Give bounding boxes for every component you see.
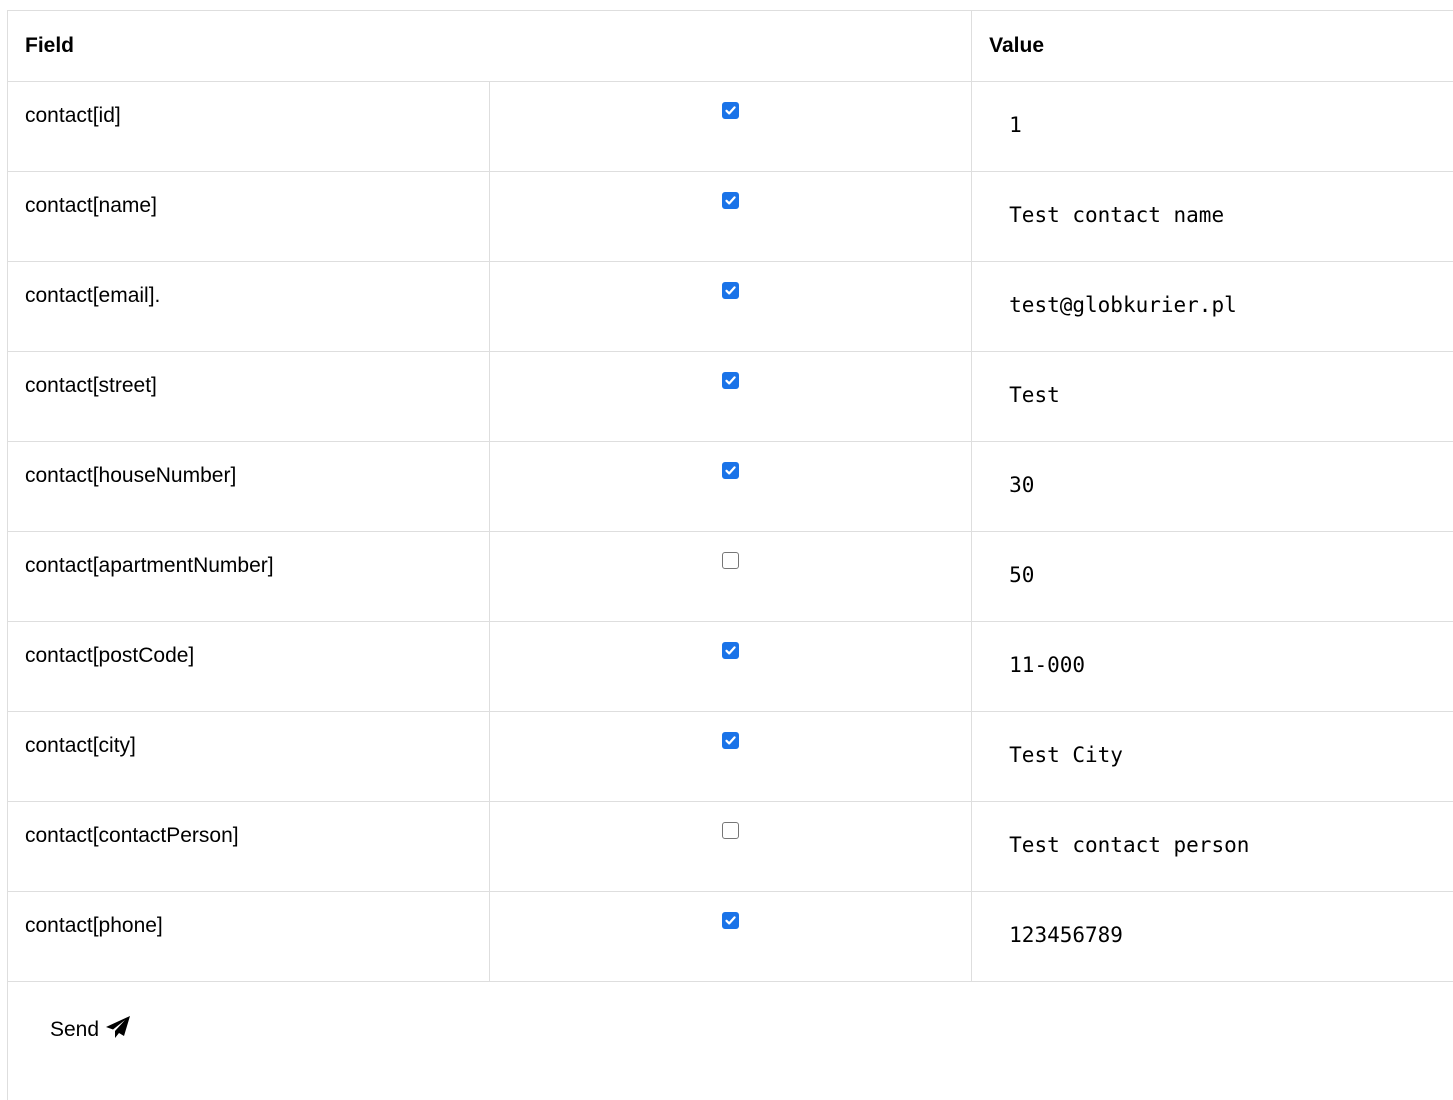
table-row: contact[houseNumber] 30 bbox=[8, 441, 1453, 532]
include-field-checkbox[interactable] bbox=[722, 192, 740, 209]
table-row: contact[contactPerson] Test contact perso… bbox=[8, 801, 1453, 892]
field-name: contact[street] bbox=[8, 351, 491, 442]
request-form: Field Value contact[id] 1 contact[name] Tes… bbox=[7, 10, 1453, 1100]
field-value-input[interactable]: 1 bbox=[971, 81, 1453, 172]
field-value-input[interactable]: Test contact name bbox=[971, 171, 1453, 262]
field-value-input[interactable]: 50 bbox=[971, 531, 1453, 622]
field-name: contact[contactPerson] bbox=[8, 801, 491, 892]
include-field-checkbox[interactable] bbox=[722, 642, 740, 659]
field-check-cell bbox=[489, 711, 973, 802]
include-field-checkbox[interactable] bbox=[722, 822, 740, 839]
table-row: contact[phone] 123456789 bbox=[8, 891, 1453, 982]
field-value-input[interactable]: Test City bbox=[971, 711, 1453, 802]
field-value-input[interactable]: Test contact person bbox=[971, 801, 1453, 892]
table-row: contact[id] 1 bbox=[8, 81, 1453, 172]
parameters-table: Field Value contact[id] 1 contact[name] Tes… bbox=[8, 11, 1453, 982]
field-check-cell bbox=[489, 441, 973, 532]
include-field-checkbox[interactable] bbox=[722, 912, 740, 929]
field-check-cell bbox=[489, 621, 973, 712]
field-name: contact[apartmentNumber] bbox=[8, 531, 491, 622]
send-button[interactable]: Send bbox=[50, 1015, 131, 1045]
include-field-checkbox[interactable] bbox=[722, 102, 740, 119]
field-value-input[interactable]: 123456789 bbox=[971, 891, 1453, 982]
field-check-cell bbox=[489, 531, 973, 622]
field-name: contact[email]. bbox=[8, 261, 491, 352]
field-name: contact[postCode] bbox=[8, 621, 491, 712]
field-check-cell bbox=[489, 81, 973, 172]
field-check-cell bbox=[489, 171, 973, 262]
field-value-input[interactable]: test@globkurier.pl bbox=[971, 261, 1453, 352]
include-field-checkbox[interactable] bbox=[722, 552, 740, 569]
send-row: Send bbox=[8, 982, 1453, 1092]
field-check-cell bbox=[489, 801, 973, 892]
value-column-header: Value bbox=[971, 11, 1453, 82]
field-name: contact[id] bbox=[8, 81, 491, 172]
field-check-cell bbox=[489, 261, 973, 352]
table-row: contact[postCode] 11-000 bbox=[8, 621, 1453, 712]
include-field-checkbox[interactable] bbox=[722, 462, 740, 479]
field-check-cell bbox=[489, 891, 973, 982]
include-field-checkbox[interactable] bbox=[722, 282, 740, 299]
include-field-checkbox[interactable] bbox=[722, 732, 740, 749]
field-name: contact[phone] bbox=[8, 891, 491, 982]
field-value-input[interactable]: 11-000 bbox=[971, 621, 1453, 712]
send-label: Send bbox=[50, 1018, 100, 1041]
field-name: contact[houseNumber] bbox=[8, 441, 491, 532]
table-row: contact[email]. test@globkurier.pl bbox=[8, 261, 1453, 352]
field-value-input[interactable]: Test bbox=[971, 351, 1453, 442]
table-header-row: Field Value bbox=[8, 11, 1453, 82]
paper-plane-icon bbox=[105, 1015, 131, 1045]
field-name: contact[name] bbox=[8, 171, 491, 262]
field-column-header: Field bbox=[8, 11, 973, 82]
table-row: contact[city] Test City bbox=[8, 711, 1453, 802]
table-row: contact[street] Test bbox=[8, 351, 1453, 442]
field-value-input[interactable]: 30 bbox=[971, 441, 1453, 532]
include-field-checkbox[interactable] bbox=[722, 372, 740, 389]
table-row: contact[name] Test contact name bbox=[8, 171, 1453, 262]
table-row: contact[apartmentNumber] 50 bbox=[8, 531, 1453, 622]
field-name: contact[city] bbox=[8, 711, 491, 802]
field-check-cell bbox=[489, 351, 973, 442]
